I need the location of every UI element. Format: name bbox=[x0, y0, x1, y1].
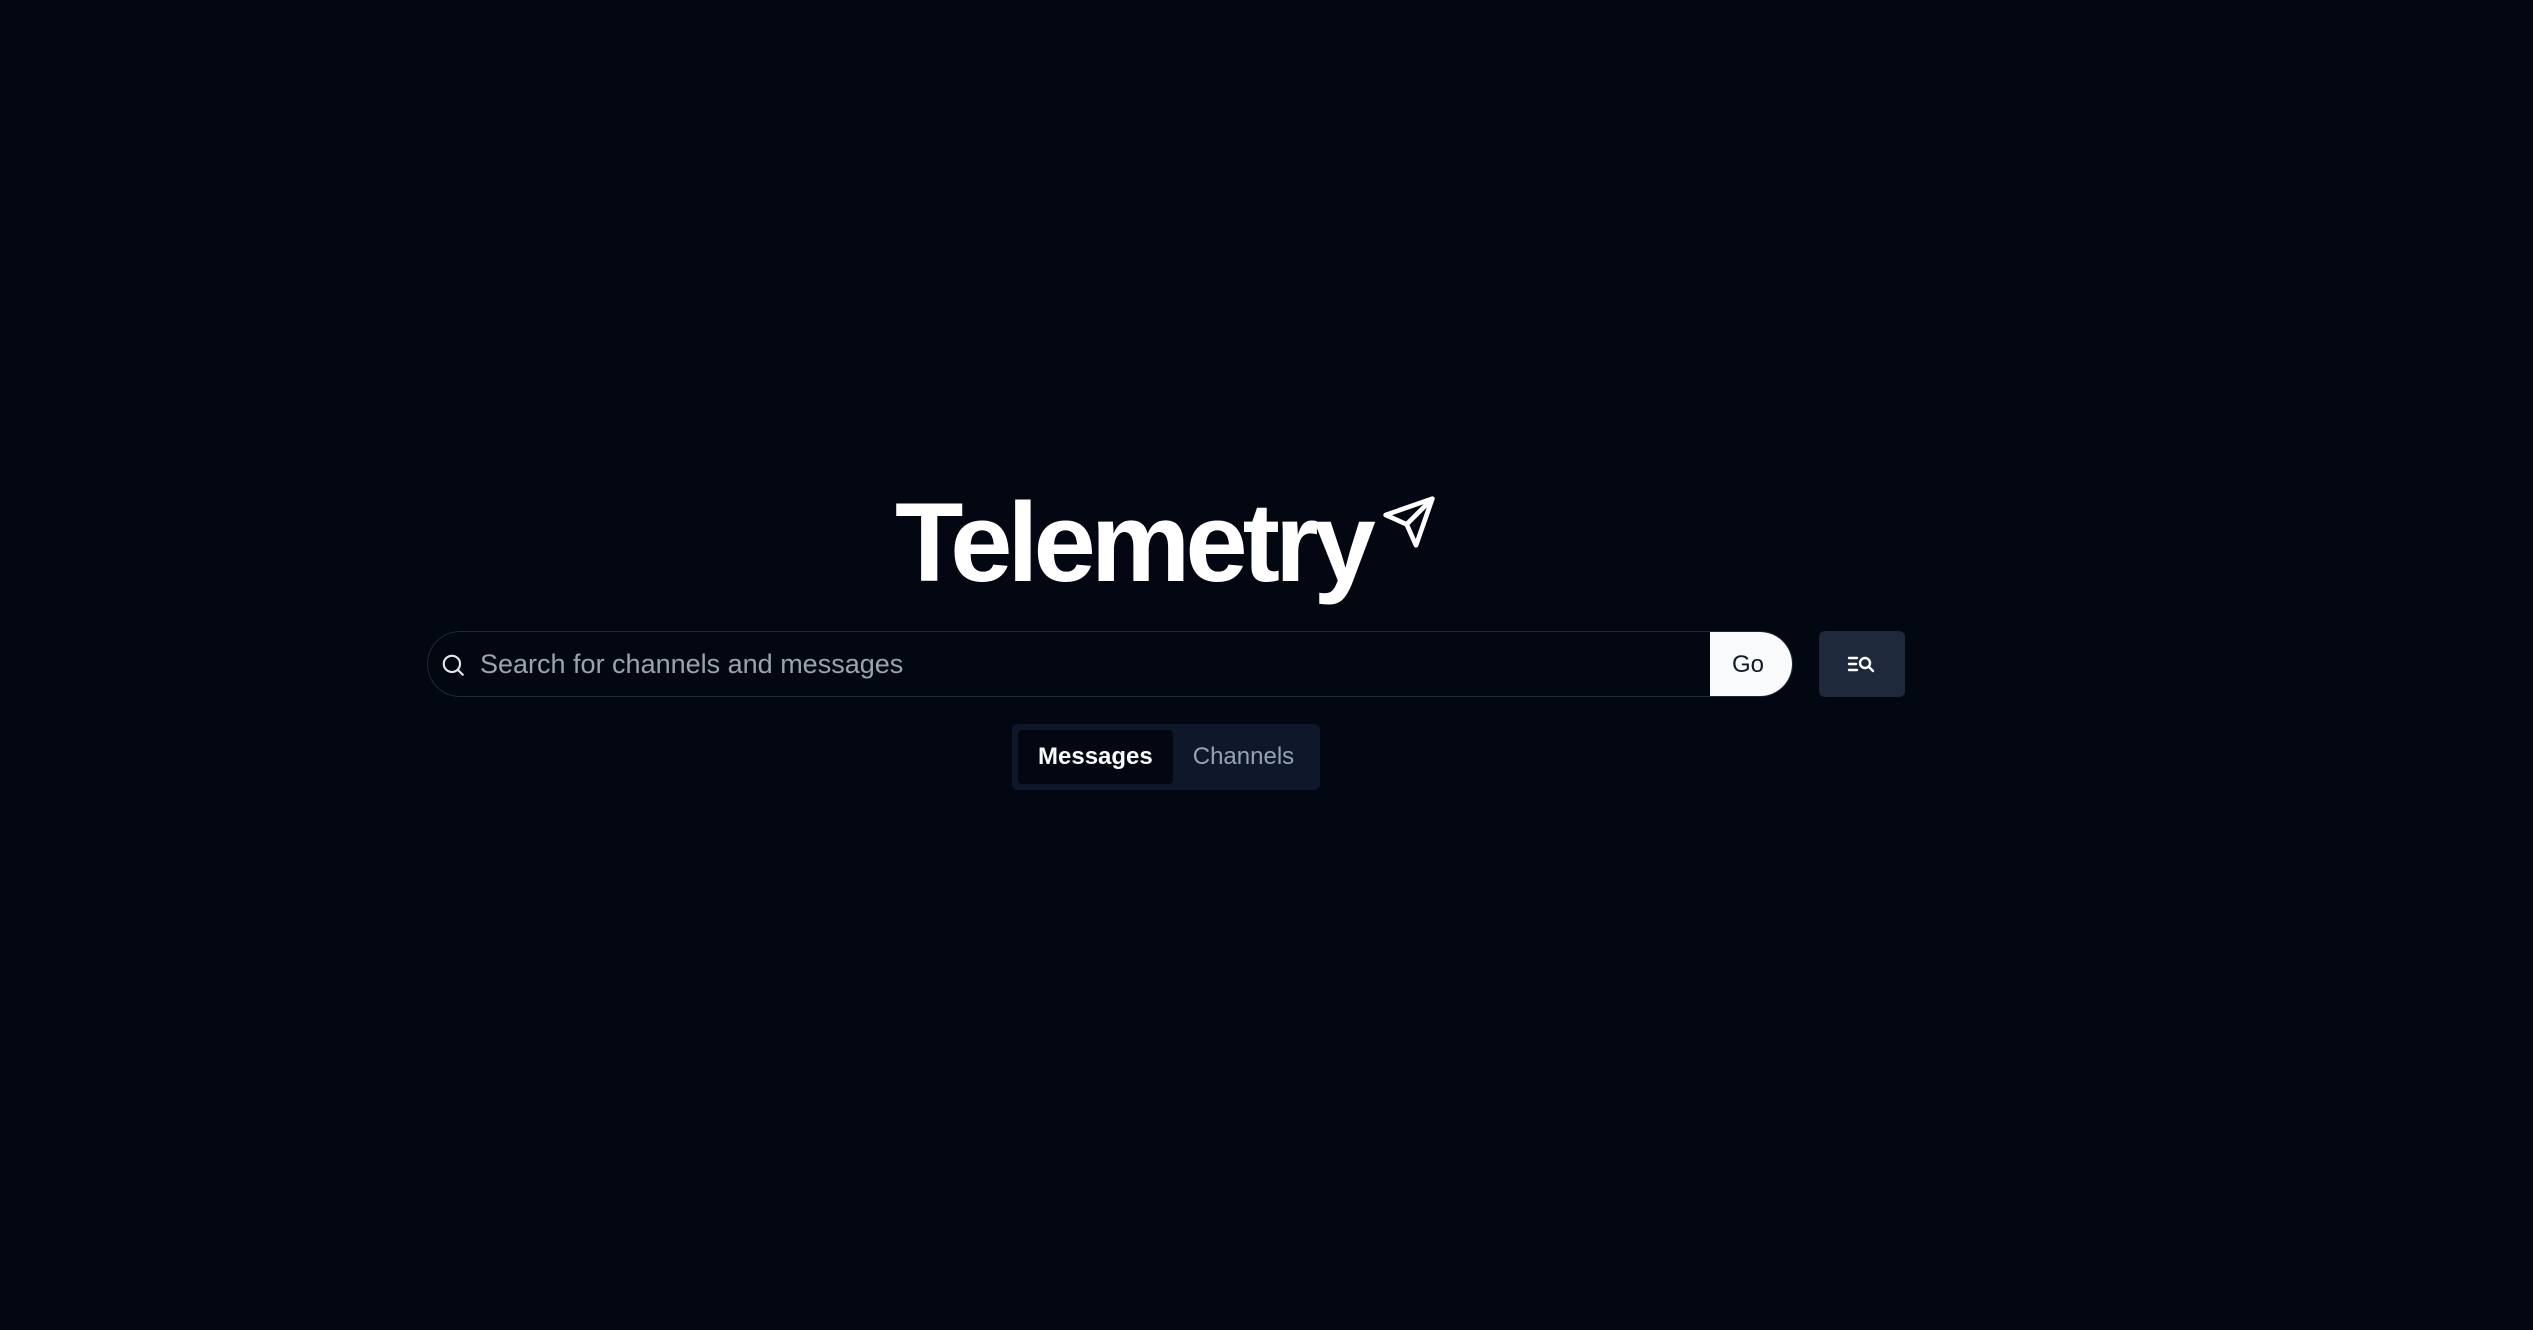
advanced-search-icon bbox=[1847, 656, 1875, 673]
go-button[interactable]: Go bbox=[1710, 632, 1792, 696]
search-mode-tabs: Messages Channels bbox=[1012, 724, 1320, 790]
search-box: Go bbox=[427, 631, 1793, 697]
paper-plane-icon bbox=[1383, 496, 1435, 548]
advanced-search-button[interactable] bbox=[1819, 631, 1905, 697]
tab-channels[interactable]: Channels bbox=[1173, 730, 1314, 784]
logo-text: Telemetry bbox=[895, 480, 1376, 605]
home-page: Telemetry Go Messages Channels bbox=[0, 0, 2533, 1330]
search-icon bbox=[442, 654, 464, 676]
search-input[interactable] bbox=[480, 632, 1680, 696]
tab-messages[interactable]: Messages bbox=[1018, 730, 1173, 784]
search-bar: Go bbox=[427, 631, 1905, 697]
logo: Telemetry bbox=[895, 478, 1437, 608]
